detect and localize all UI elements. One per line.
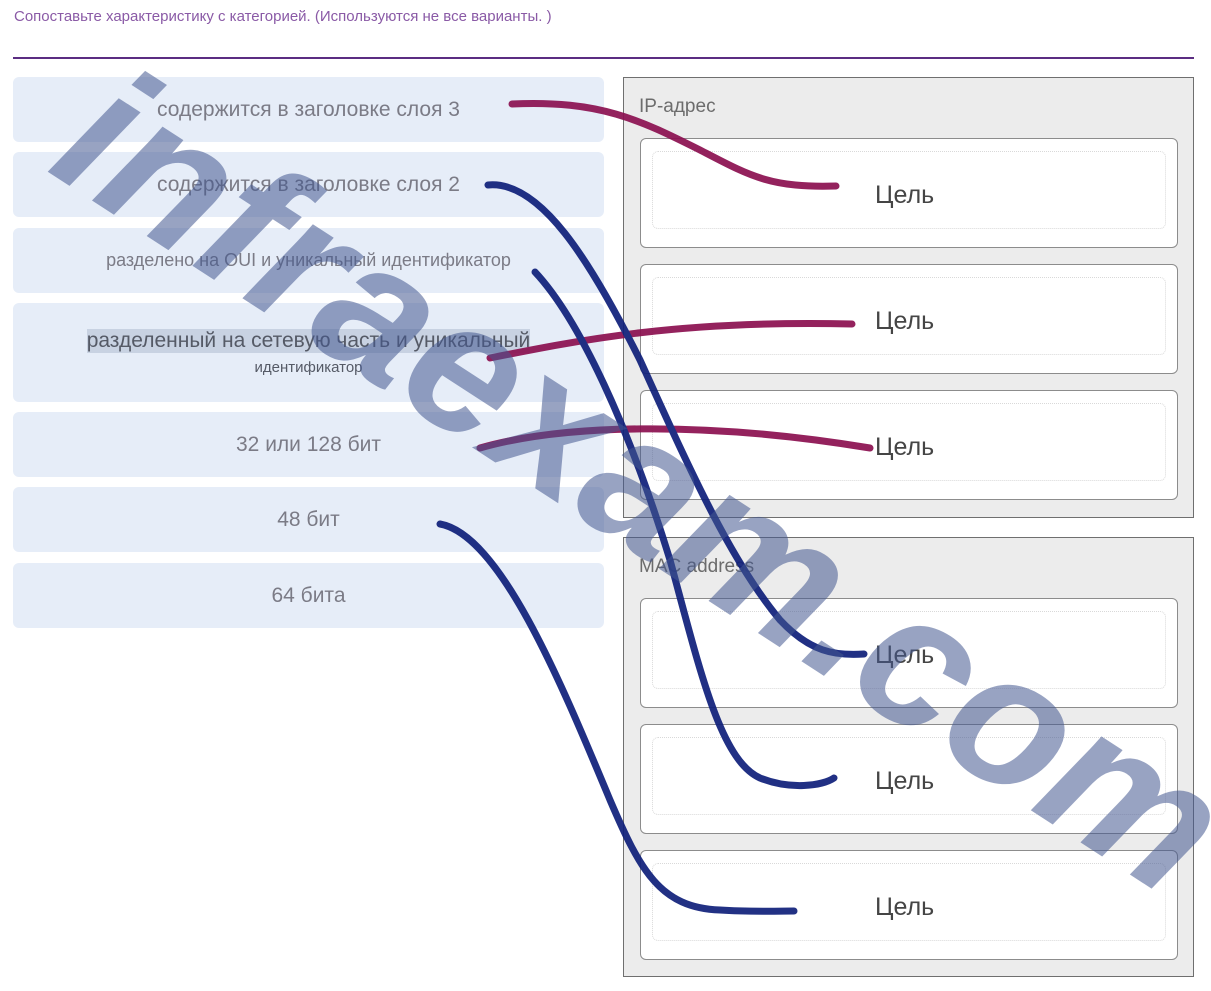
panel-title: MAC address bbox=[639, 556, 755, 577]
option-label: 48 бит bbox=[277, 507, 340, 531]
drop-target[interactable]: Цель bbox=[640, 724, 1178, 834]
option-label: содержится в заголовке слоя 2 bbox=[157, 172, 460, 196]
drop-target[interactable]: Цель bbox=[640, 850, 1178, 960]
instruction-text: Сопоставьте характеристику с категорией.… bbox=[14, 8, 552, 25]
target-label: Цель bbox=[875, 893, 935, 921]
target-label: Цель bbox=[875, 767, 935, 795]
target-label: Цель bbox=[875, 181, 935, 209]
drop-target[interactable]: Цель bbox=[640, 598, 1178, 708]
option-64-bit[interactable]: 64 бита bbox=[13, 563, 604, 628]
option-label: разделенный на сетевую часть и уникальны… bbox=[86, 329, 531, 353]
target-label: Цель bbox=[875, 307, 935, 335]
option-label: 32 или 128 бит bbox=[236, 432, 381, 456]
option-32-or-128-bit[interactable]: 32 или 128 бит bbox=[13, 412, 604, 477]
option-layer2-header[interactable]: содержится в заголовке слоя 2 bbox=[13, 152, 604, 217]
drop-target[interactable]: Цель bbox=[640, 390, 1178, 500]
target-label: Цель bbox=[875, 641, 935, 669]
drop-target[interactable]: Цель bbox=[640, 264, 1178, 374]
option-label: содержится в заголовке слоя 3 bbox=[157, 97, 460, 121]
option-48-bit[interactable]: 48 бит bbox=[13, 487, 604, 552]
option-label: разделено на OUI и уникальный идентифика… bbox=[106, 250, 511, 270]
divider-rule bbox=[13, 57, 1194, 59]
category-panel-ip: IP-адрес Цель Цель Цель bbox=[623, 77, 1194, 518]
option-oui-split[interactable]: разделено на OUI и уникальный идентифика… bbox=[13, 228, 604, 293]
drop-target[interactable]: Цель bbox=[640, 138, 1178, 248]
target-label: Цель bbox=[875, 433, 935, 461]
option-label-continued: идентификатор bbox=[254, 359, 363, 376]
category-panel-mac: MAC address Цель Цель Цель bbox=[623, 537, 1194, 977]
option-network-part-split[interactable]: разделенный на сетевую часть и уникальны… bbox=[13, 303, 604, 402]
option-layer3-header[interactable]: содержится в заголовке слоя 3 bbox=[13, 77, 604, 142]
option-label: 64 бита bbox=[271, 583, 346, 607]
panel-title: IP-адрес bbox=[639, 96, 716, 117]
